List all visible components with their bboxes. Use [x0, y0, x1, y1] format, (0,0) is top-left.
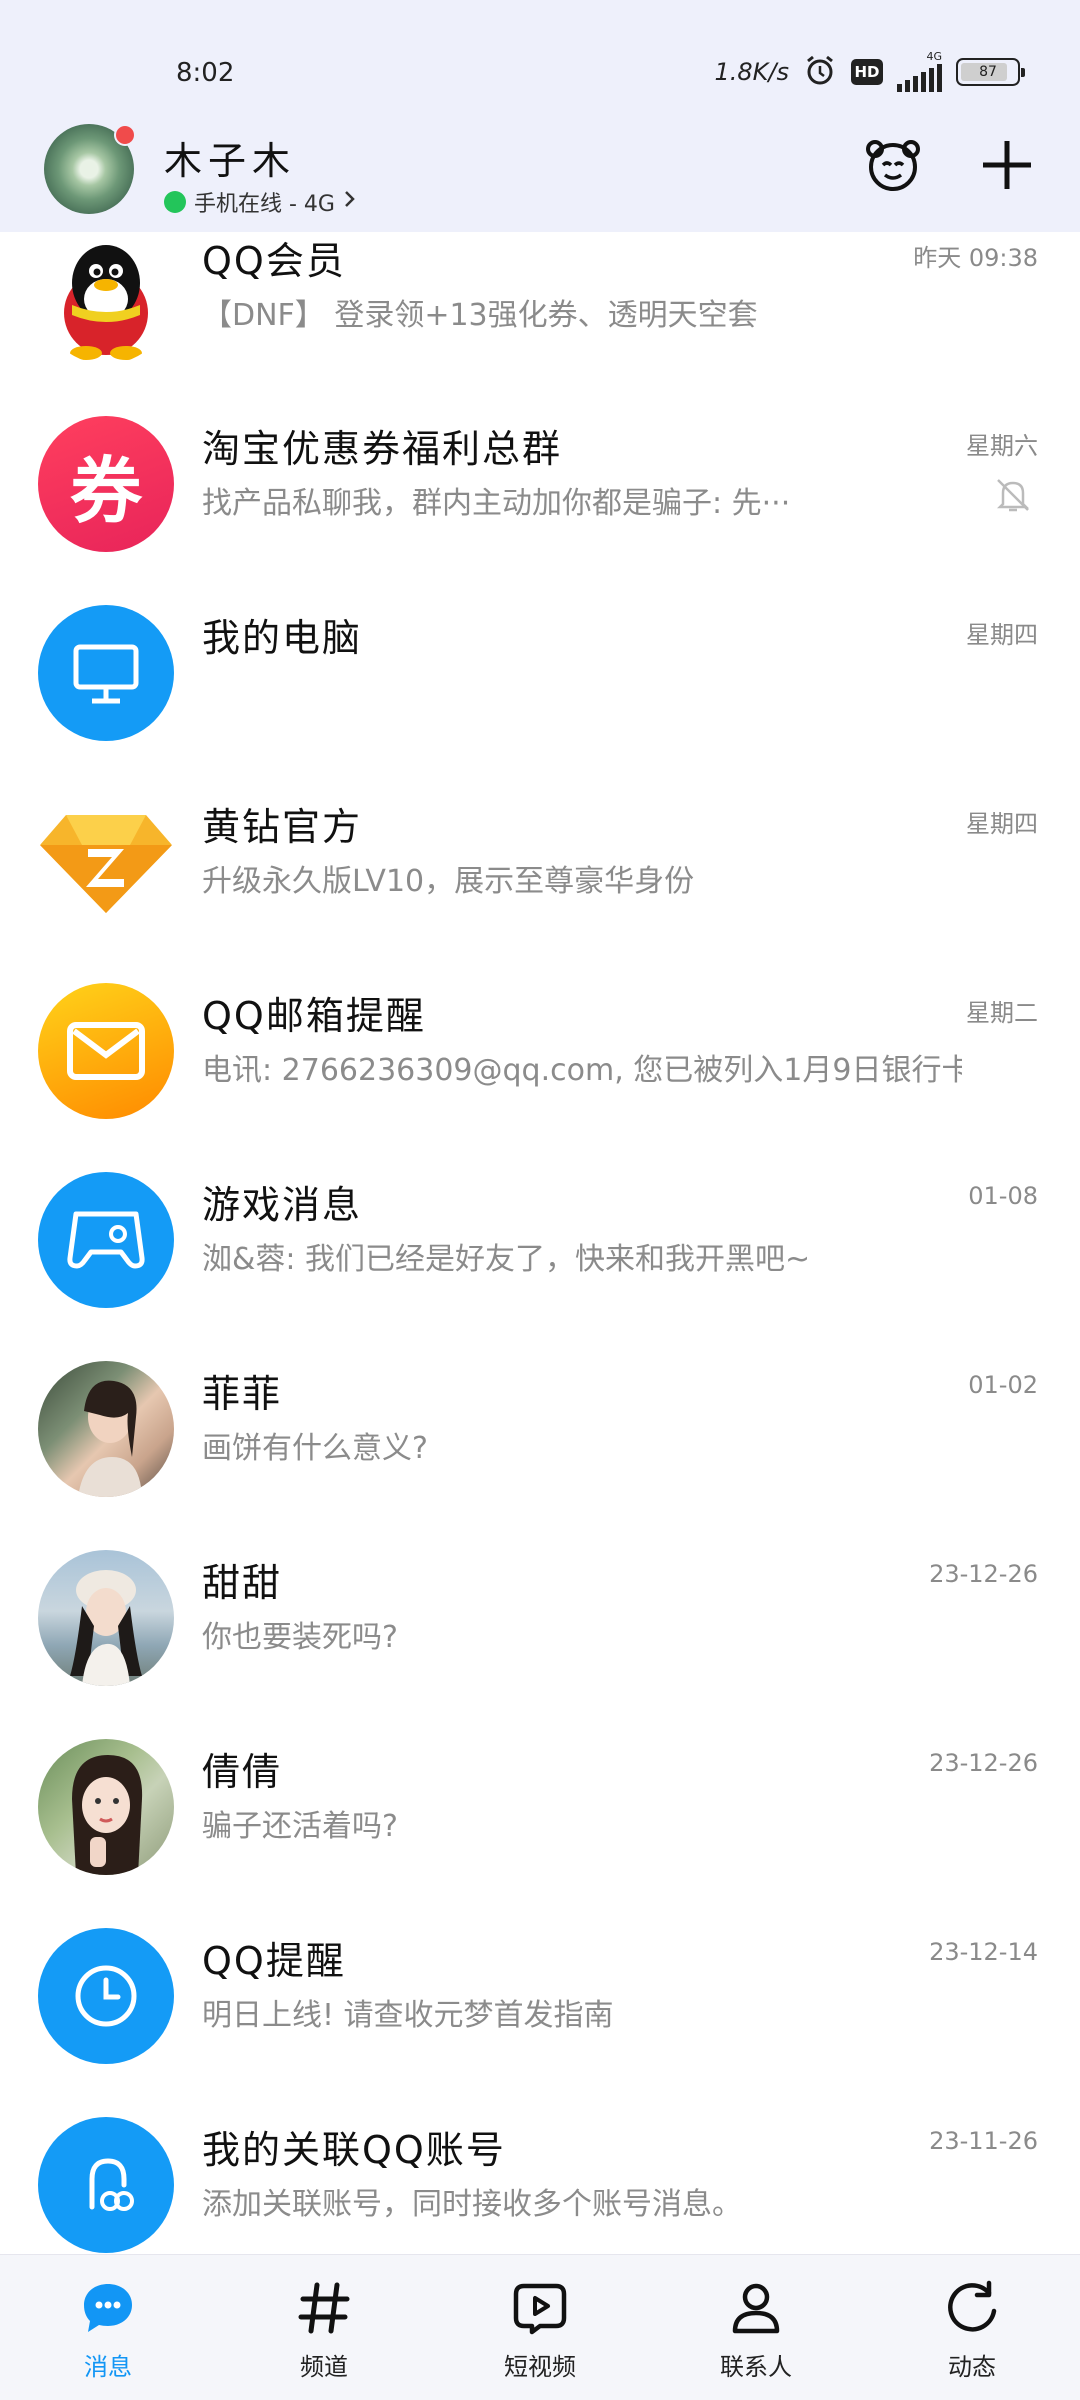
chat-list: QQ会员 昨天 09:38 【DNF】 登录领+13强化券、透明天空套 券 淘宝… — [0, 232, 1080, 2254]
network-type: 4G — [926, 50, 942, 63]
chat-item-qianqian[interactable]: 倩倩 23-12-26 骗子还活着吗? — [0, 1699, 1080, 1887]
mail-avatar — [38, 983, 174, 1119]
tab-channels[interactable]: 频道 — [216, 2255, 432, 2400]
chat-time: 星期四 — [966, 810, 1038, 838]
tab-messages[interactable]: 消息 — [0, 2255, 216, 2400]
chat-title: 游戏消息 — [202, 1183, 363, 1227]
tab-feed[interactable]: 动态 — [864, 2255, 1080, 2400]
top-area: 8:02 1.8K/s HD 4G 87 木子木 手机在线 - 4G — [0, 0, 1080, 232]
contacts-icon — [725, 2277, 787, 2339]
profile-avatar[interactable] — [44, 124, 136, 214]
header-actions — [862, 134, 1038, 196]
message-icon — [77, 2277, 139, 2339]
alarm-icon — [803, 53, 837, 91]
hd-badge: HD — [851, 59, 883, 85]
chat-item-coupon-group[interactable]: 券 淘宝优惠券福利总群 星期六 找产品私聊我，群内主动加你都是骗子: 先··· — [0, 376, 1080, 564]
chat-preview: 明日上线! 请查收元梦首发指南 — [202, 1998, 614, 2033]
status-time: 8:02 — [176, 58, 235, 88]
chat-preview: 你也要装死吗? — [202, 1620, 398, 1655]
chat-item-tiantian[interactable]: 甜甜 23-12-26 你也要装死吗? — [0, 1510, 1080, 1698]
chat-preview: 升级永久版LV10，展示至尊豪华身份 — [202, 864, 695, 899]
clock-avatar — [38, 1928, 174, 2064]
coupon-avatar-text: 券 — [69, 448, 142, 533]
chat-item-qq-vip[interactable]: QQ会员 昨天 09:38 【DNF】 登录领+13强化券、透明天空套 — [0, 232, 1080, 376]
bottom-tab-bar: 消息 频道 短视频 联系人 动态 — [0, 2254, 1080, 2400]
chat-title: 倩倩 — [202, 1750, 283, 1794]
chat-item-feifei[interactable]: 菲菲 01-02 画饼有什么意义? — [0, 1321, 1080, 1509]
yellow-diamond-avatar — [38, 794, 174, 930]
chat-time: 23-12-26 — [929, 1749, 1038, 1777]
header: 木子木 手机在线 - 4G — [0, 120, 1080, 232]
chat-preview: 电讯: 2766236309@qq.com, 您已被列入1月9日银行卡的··· — [202, 1053, 962, 1088]
tab-label: 联系人 — [720, 2353, 792, 2381]
tab-label: 短视频 — [504, 2353, 576, 2381]
avatar — [38, 1550, 174, 1686]
linked-account-avatar — [38, 2117, 174, 2253]
avatar — [38, 1739, 174, 1875]
net-speed: 1.8K/s — [714, 58, 790, 86]
chat-preview: 添加关联账号，同时接收多个账号消息。 — [202, 2187, 742, 2222]
tab-label: 消息 — [84, 2353, 132, 2381]
chat-time: 23-12-26 — [929, 1560, 1038, 1588]
chat-title: QQ邮箱提醒 — [202, 994, 426, 1038]
coupon-avatar: 券 — [38, 416, 174, 552]
chat-title: 黄钻官方 — [202, 805, 363, 849]
signal-icon — [897, 62, 942, 92]
chat-preview: 洳&蓉: 我们已经是好友了，快来和我开黑吧~ — [202, 1242, 811, 1277]
chat-preview: 骗子还活着吗? — [202, 1809, 398, 1844]
profile-name[interactable]: 木子木 — [164, 130, 296, 185]
online-status[interactable]: 手机在线 - 4G — [164, 186, 357, 218]
chat-time: 星期四 — [966, 621, 1038, 649]
chat-item-linked-account[interactable]: 我的关联QQ账号 23-11-26 添加关联账号，同时接收多个账号消息。 — [0, 2077, 1080, 2254]
chat-preview: 找产品私聊我，群内主动加你都是骗子: 先··· — [202, 486, 791, 521]
chat-time: 星期二 — [966, 999, 1038, 1027]
online-dot-icon — [164, 191, 186, 213]
chat-time: 星期六 — [966, 432, 1038, 460]
mute-bell-icon — [992, 474, 1034, 520]
chat-time: 23-11-26 — [929, 2127, 1038, 2155]
notification-dot — [114, 124, 136, 146]
chat-time: 昨天 09:38 — [913, 244, 1038, 272]
chat-item-yellow-diamond[interactable]: 黄钻官方 星期四 升级永久版LV10，展示至尊豪华身份 — [0, 754, 1080, 942]
battery-icon: 87 — [956, 58, 1025, 86]
refresh-icon — [941, 2277, 1003, 2339]
chat-title: 甜甜 — [202, 1561, 283, 1605]
chevron-right-icon — [343, 189, 357, 215]
status-bar: 8:02 1.8K/s HD 4G 87 — [0, 0, 1080, 120]
chat-title: 我的电脑 — [202, 616, 363, 660]
chat-time: 23-12-14 — [929, 1938, 1038, 1966]
tab-short-video[interactable]: 短视频 — [432, 2255, 648, 2400]
battery-level: 87 — [979, 64, 997, 80]
chat-preview: 【DNF】 登录领+13强化券、透明天空套 — [202, 298, 758, 333]
qq-penguin-avatar — [38, 232, 174, 364]
chat-item-qq-mail[interactable]: QQ邮箱提醒 星期二 电讯: 2766236309@qq.com, 您已被列入1… — [0, 943, 1080, 1131]
plus-icon[interactable] — [976, 134, 1038, 196]
game-avatar — [38, 1172, 174, 1308]
avatar — [38, 1361, 174, 1497]
chat-time: 01-08 — [968, 1182, 1038, 1210]
tab-label: 频道 — [300, 2353, 348, 2381]
signal-group: 4G — [897, 50, 942, 92]
chat-item-my-computer[interactable]: 我的电脑 星期四 — [0, 565, 1080, 753]
chat-time: 01-02 — [968, 1371, 1038, 1399]
hash-icon — [293, 2277, 355, 2339]
video-icon — [509, 2277, 571, 2339]
online-status-text: 手机在线 - 4G — [194, 192, 335, 217]
chat-title: 菲菲 — [202, 1372, 283, 1416]
chat-item-qq-reminder[interactable]: QQ提醒 23-12-14 明日上线! 请查收元梦首发指南 — [0, 1888, 1080, 2076]
chat-preview: 画饼有什么意义? — [202, 1431, 428, 1466]
chat-title: QQ提醒 — [202, 1939, 346, 1983]
chat-item-game-messages[interactable]: 游戏消息 01-08 洳&蓉: 我们已经是好友了，快来和我开黑吧~ — [0, 1132, 1080, 1320]
chat-title: 我的关联QQ账号 — [202, 2128, 506, 2172]
status-indicators: 1.8K/s HD 4G 87 — [714, 50, 1025, 92]
tab-contacts[interactable]: 联系人 — [648, 2255, 864, 2400]
chat-title: QQ会员 — [202, 239, 346, 283]
tab-label: 动态 — [948, 2353, 996, 2381]
chat-title: 淘宝优惠券福利总群 — [202, 427, 563, 471]
computer-avatar — [38, 605, 174, 741]
bear-face-icon[interactable] — [862, 134, 924, 196]
